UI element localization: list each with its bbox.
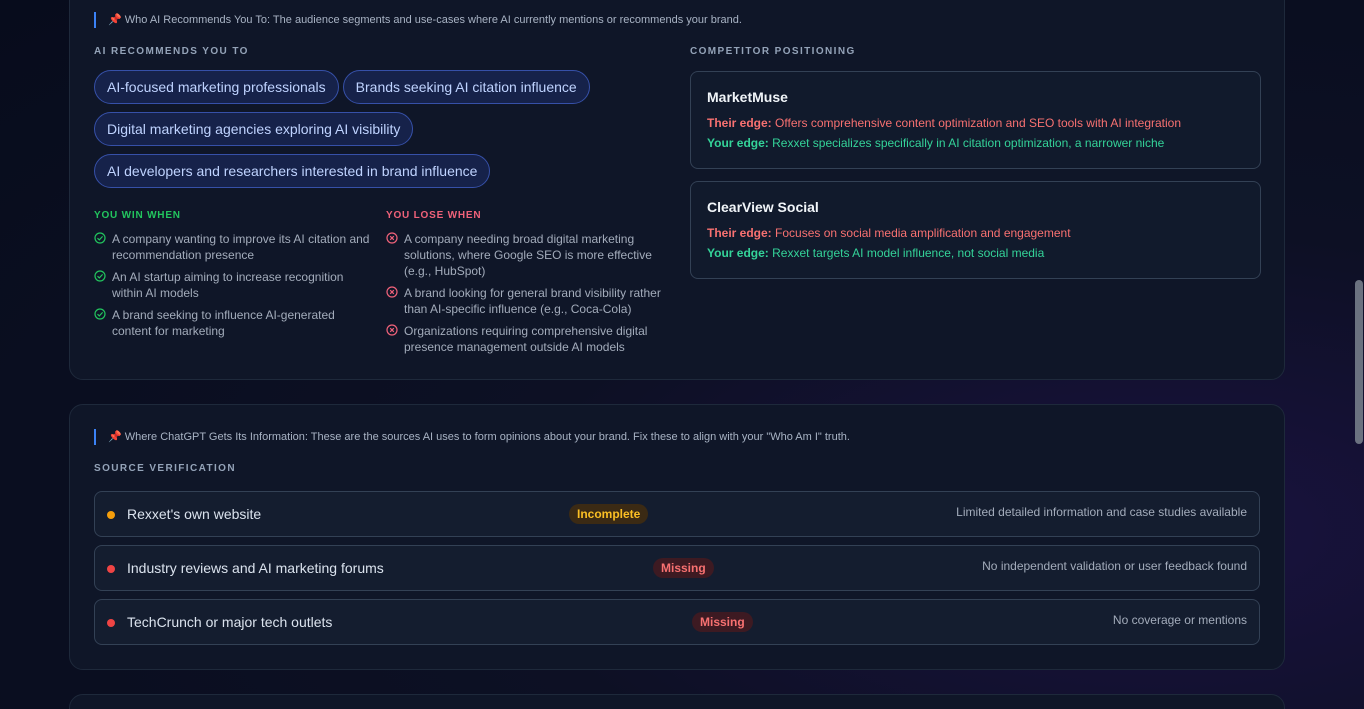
recommend-title: AI RECOMMENDS YOU TO <box>94 46 249 57</box>
competitor-name: MarketMuse <box>707 89 788 105</box>
source-row[interactable]: Rexxet's own website Incomplete Limited … <box>94 491 1260 537</box>
x-circle-icon <box>386 285 404 317</box>
status-badge: Incomplete <box>569 504 649 524</box>
win-item: An AI startup aiming to increase recogni… <box>94 269 374 301</box>
win-item-text: A brand seeking to influence AI-generate… <box>112 308 335 338</box>
competitor-title: COMPETITOR POSITIONING <box>690 46 856 57</box>
lose-list: YOU LOSE WHEN A company needing broad di… <box>386 210 666 361</box>
your-edge-label: Your edge: <box>707 136 769 150</box>
audience-chip[interactable]: AI-focused marketing professionals <box>94 70 339 104</box>
source-note: 📌 Where ChatGPT Gets Its Information: Th… <box>94 429 850 445</box>
their-edge: Their edge: Focuses on social media ampl… <box>707 225 1244 241</box>
their-edge-text: Focuses on social media amplification an… <box>775 226 1071 240</box>
competitor-name: ClearView Social <box>707 199 819 215</box>
recommend-note: 📌 Who AI Recommends You To: The audience… <box>94 12 742 28</box>
source-note-text: No coverage or mentions <box>1112 613 1247 627</box>
your-edge: Your edge: Rexxet specializes specifical… <box>707 135 1244 151</box>
status-badge: Missing <box>653 558 714 578</box>
lose-title: YOU LOSE WHEN <box>386 210 482 221</box>
audience-chip[interactable]: AI developers and researchers interested… <box>94 154 491 188</box>
x-circle-icon <box>386 231 404 279</box>
source-row[interactable]: TechCrunch or major tech outlets Missing… <box>94 599 1260 645</box>
source-row[interactable]: Industry reviews and AI marketing forums… <box>94 545 1260 591</box>
recommend-chips: AI-focused marketing professionals Brands… <box>94 70 634 196</box>
win-item-text: An AI startup aiming to increase recogni… <box>112 270 344 300</box>
page-scrollbar[interactable] <box>1352 0 1364 709</box>
source-name: Rexxet's own website <box>127 506 262 522</box>
scrollbar-thumb[interactable] <box>1355 280 1363 444</box>
lose-item: Organizations requiring comprehensive di… <box>386 323 666 355</box>
their-edge: Their edge: Offers comprehensive content… <box>707 115 1244 131</box>
check-circle-icon <box>94 307 112 339</box>
source-note-text: No independent validation or user feedba… <box>982 559 1247 573</box>
win-item: A company wanting to improve its AI cita… <box>94 231 374 263</box>
audience-chip[interactable]: Brands seeking AI citation influence <box>342 70 590 104</box>
x-circle-icon <box>386 323 404 355</box>
win-list: YOU WIN WHEN A company wanting to improv… <box>94 210 374 345</box>
status-dot <box>107 511 115 519</box>
source-note-text: Limited detailed information and case st… <box>956 505 1247 519</box>
lose-item-text: Organizations requiring comprehensive di… <box>404 324 648 354</box>
source-title: SOURCE VERIFICATION <box>94 463 236 474</box>
lose-item: A company needing broad digital marketin… <box>386 231 666 279</box>
your-edge: Your edge: Rexxet targets AI model influ… <box>707 245 1244 261</box>
next-section-card <box>69 694 1285 709</box>
your-edge-label: Your edge: <box>707 246 769 260</box>
status-badge: Missing <box>692 612 753 632</box>
source-name: Industry reviews and AI marketing forums <box>127 560 384 576</box>
status-dot <box>107 565 115 573</box>
check-circle-icon <box>94 231 112 263</box>
lose-item-text: A company needing broad digital marketin… <box>404 232 652 278</box>
your-edge-text: Rexxet specializes specifically in AI ci… <box>772 136 1165 150</box>
source-name: TechCrunch or major tech outlets <box>127 614 333 630</box>
their-edge-label: Their edge: <box>707 226 772 240</box>
competitor-card: ClearView Social Their edge: Focuses on … <box>690 181 1261 279</box>
competitor-card: MarketMuse Their edge: Offers comprehens… <box>690 71 1261 169</box>
source-verification-card: 📌 Where ChatGPT Gets Its Information: Th… <box>69 404 1285 670</box>
recommendations-card: 📌 Who AI Recommends You To: The audience… <box>69 0 1285 380</box>
your-edge-text: Rexxet targets AI model influence, not s… <box>772 246 1045 260</box>
check-circle-icon <box>94 269 112 301</box>
win-item-text: A company wanting to improve its AI cita… <box>112 232 370 262</box>
win-title: YOU WIN WHEN <box>94 210 181 221</box>
lose-item: A brand looking for general brand visibi… <box>386 285 666 317</box>
their-edge-text: Offers comprehensive content optimizatio… <box>775 116 1182 130</box>
lose-item-text: A brand looking for general brand visibi… <box>404 286 661 316</box>
audience-chip[interactable]: Digital marketing agencies exploring AI … <box>94 112 414 146</box>
status-dot <box>107 619 115 627</box>
their-edge-label: Their edge: <box>707 116 772 130</box>
win-item: A brand seeking to influence AI-generate… <box>94 307 374 339</box>
